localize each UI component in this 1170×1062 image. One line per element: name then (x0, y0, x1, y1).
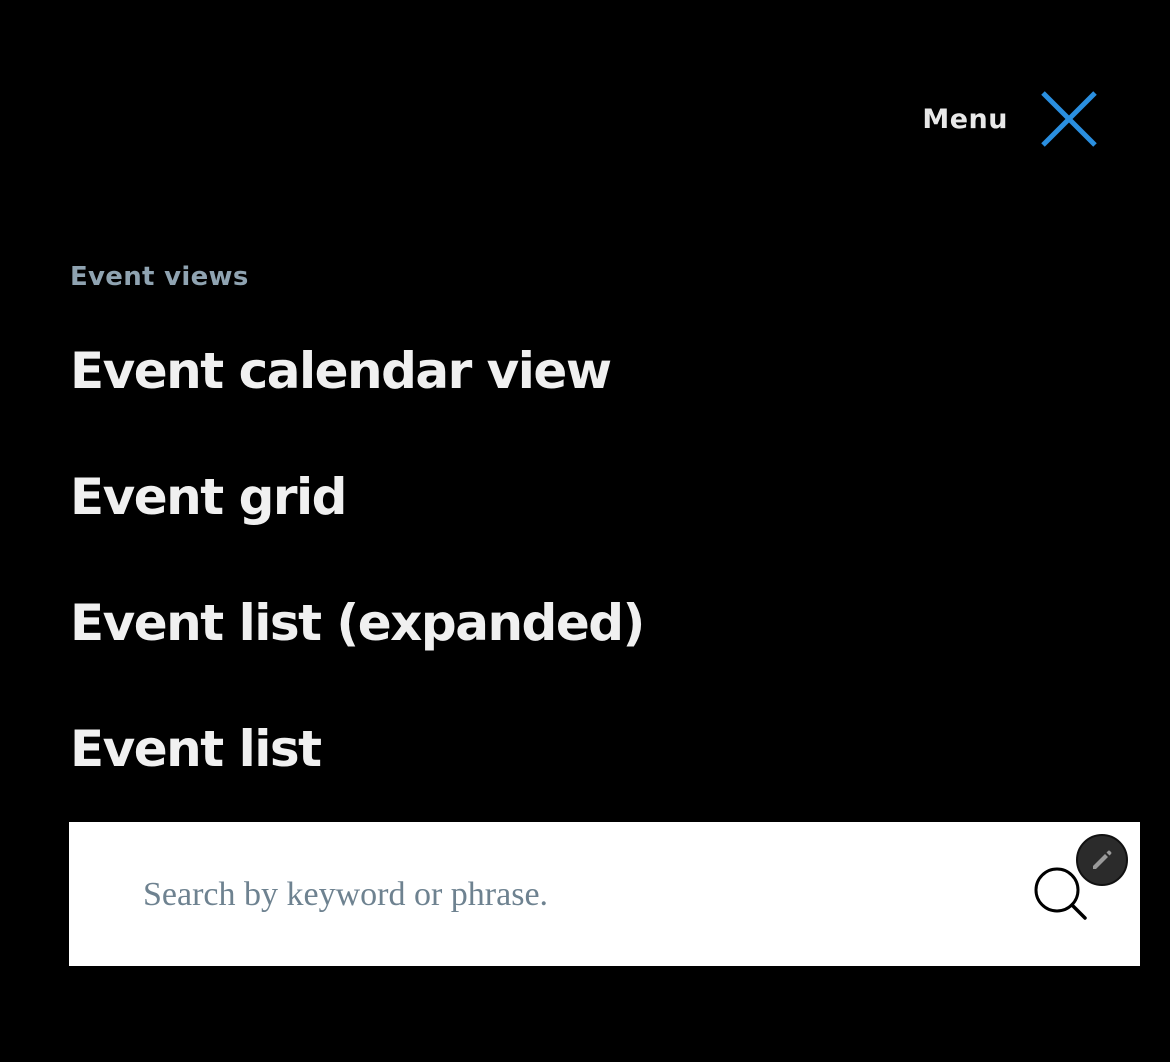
nav-item-event-list[interactable]: Event list (70, 714, 1140, 778)
section-heading: Event views (70, 262, 249, 292)
nav-item-event-grid[interactable]: Event grid (70, 462, 1140, 588)
search-input[interactable] (143, 862, 1003, 928)
nav-item-event-calendar-view[interactable]: Event calendar view (70, 336, 1140, 462)
menu-header: Menu (922, 90, 1098, 148)
nav-item-event-list-expanded[interactable]: Event list (expanded) (70, 588, 1140, 714)
edit-button[interactable] (1076, 834, 1128, 886)
search-form (69, 822, 1140, 966)
menu-label: Menu (922, 103, 1008, 135)
close-icon[interactable] (1040, 90, 1098, 148)
event-views-nav: Event calendar view Event grid Event lis… (70, 336, 1140, 778)
pencil-icon (1093, 850, 1112, 869)
event-views-section: Event views Event calendar view Event gr… (70, 262, 1140, 778)
